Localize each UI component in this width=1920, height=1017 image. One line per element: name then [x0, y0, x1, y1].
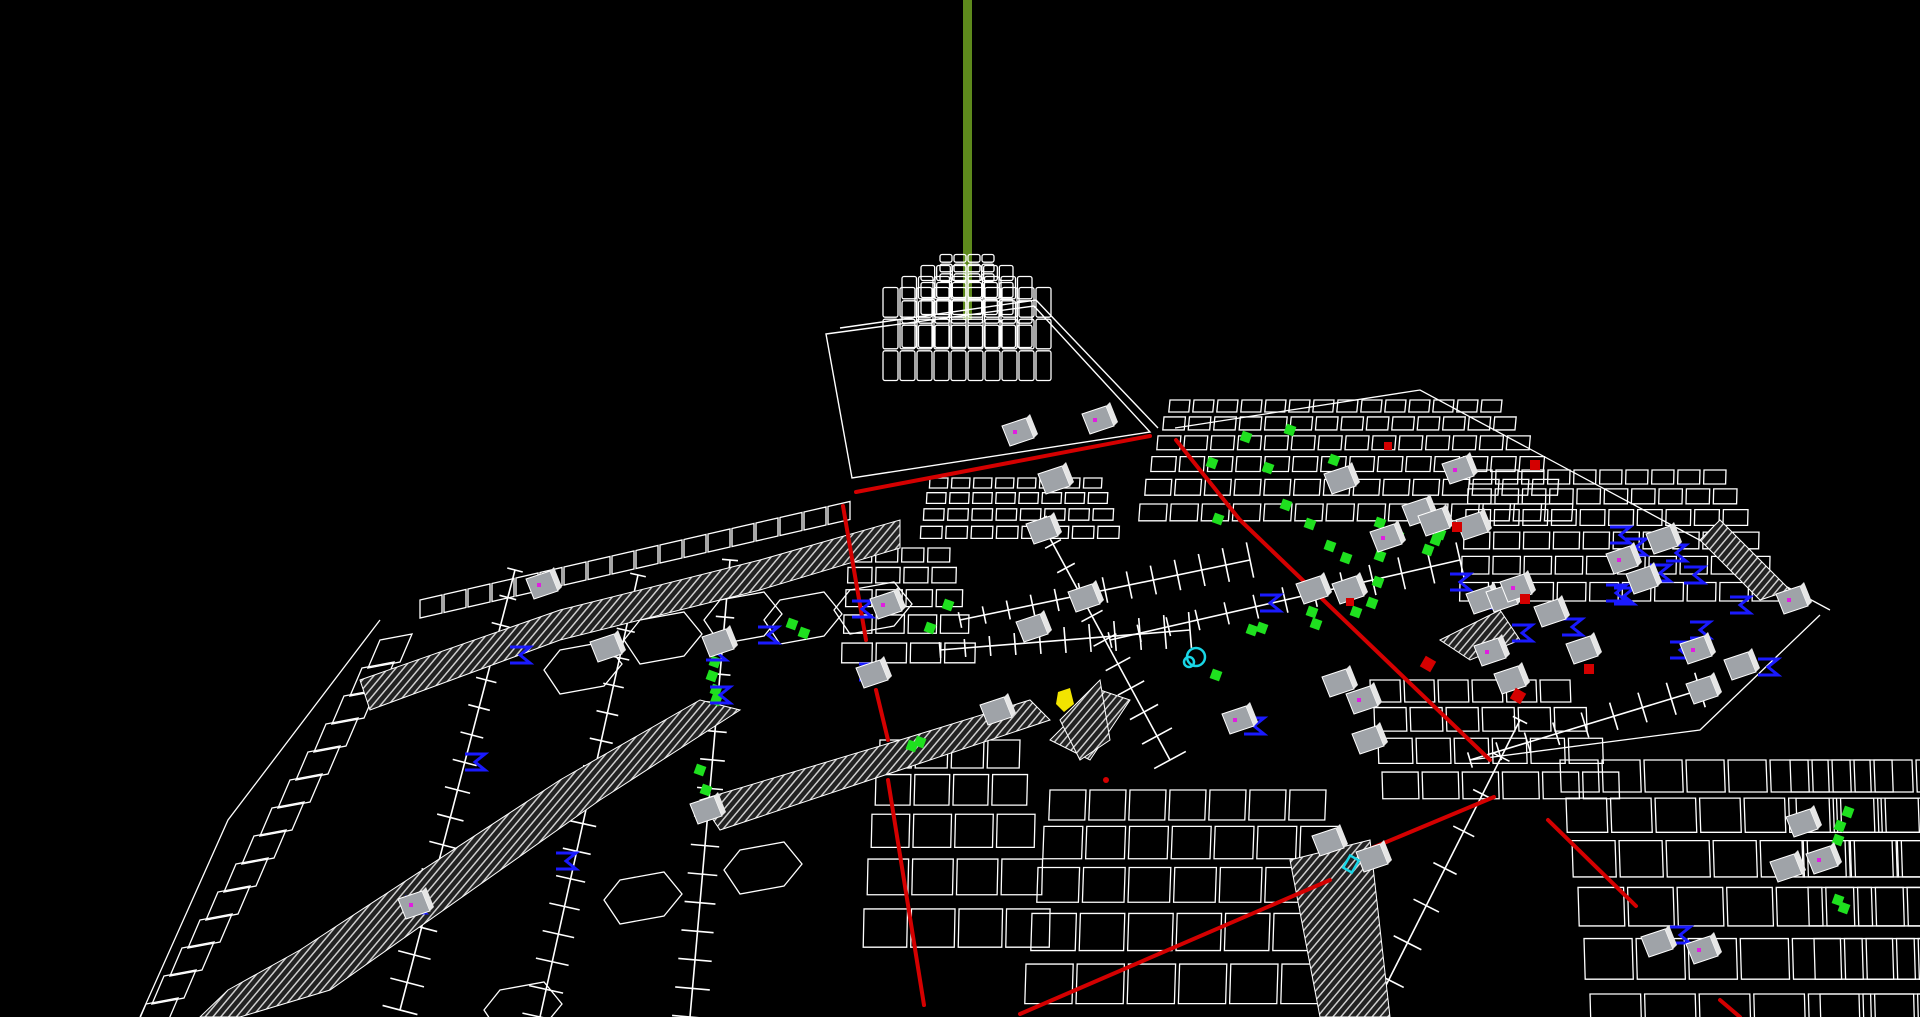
magenta-marker — [1453, 468, 1457, 472]
magenta-marker — [1697, 948, 1701, 952]
magenta-marker — [1617, 558, 1621, 562]
magenta-marker — [1511, 586, 1515, 590]
magenta-marker — [1691, 648, 1695, 652]
magenta-marker — [1233, 718, 1237, 722]
magenta-marker — [1787, 598, 1791, 602]
magenta-marker — [1013, 430, 1017, 434]
game-viewport[interactable] — [0, 0, 1920, 1017]
magenta-marker — [1381, 536, 1385, 540]
magenta-marker — [1093, 418, 1097, 422]
magenta-marker — [881, 603, 885, 607]
magenta-marker — [1485, 650, 1489, 654]
magenta-marker — [1817, 858, 1821, 862]
magenta-marker — [537, 583, 541, 587]
magenta-marker — [1357, 698, 1361, 702]
level-wireframe-scene — [0, 0, 1920, 1017]
magenta-marker — [409, 903, 413, 907]
